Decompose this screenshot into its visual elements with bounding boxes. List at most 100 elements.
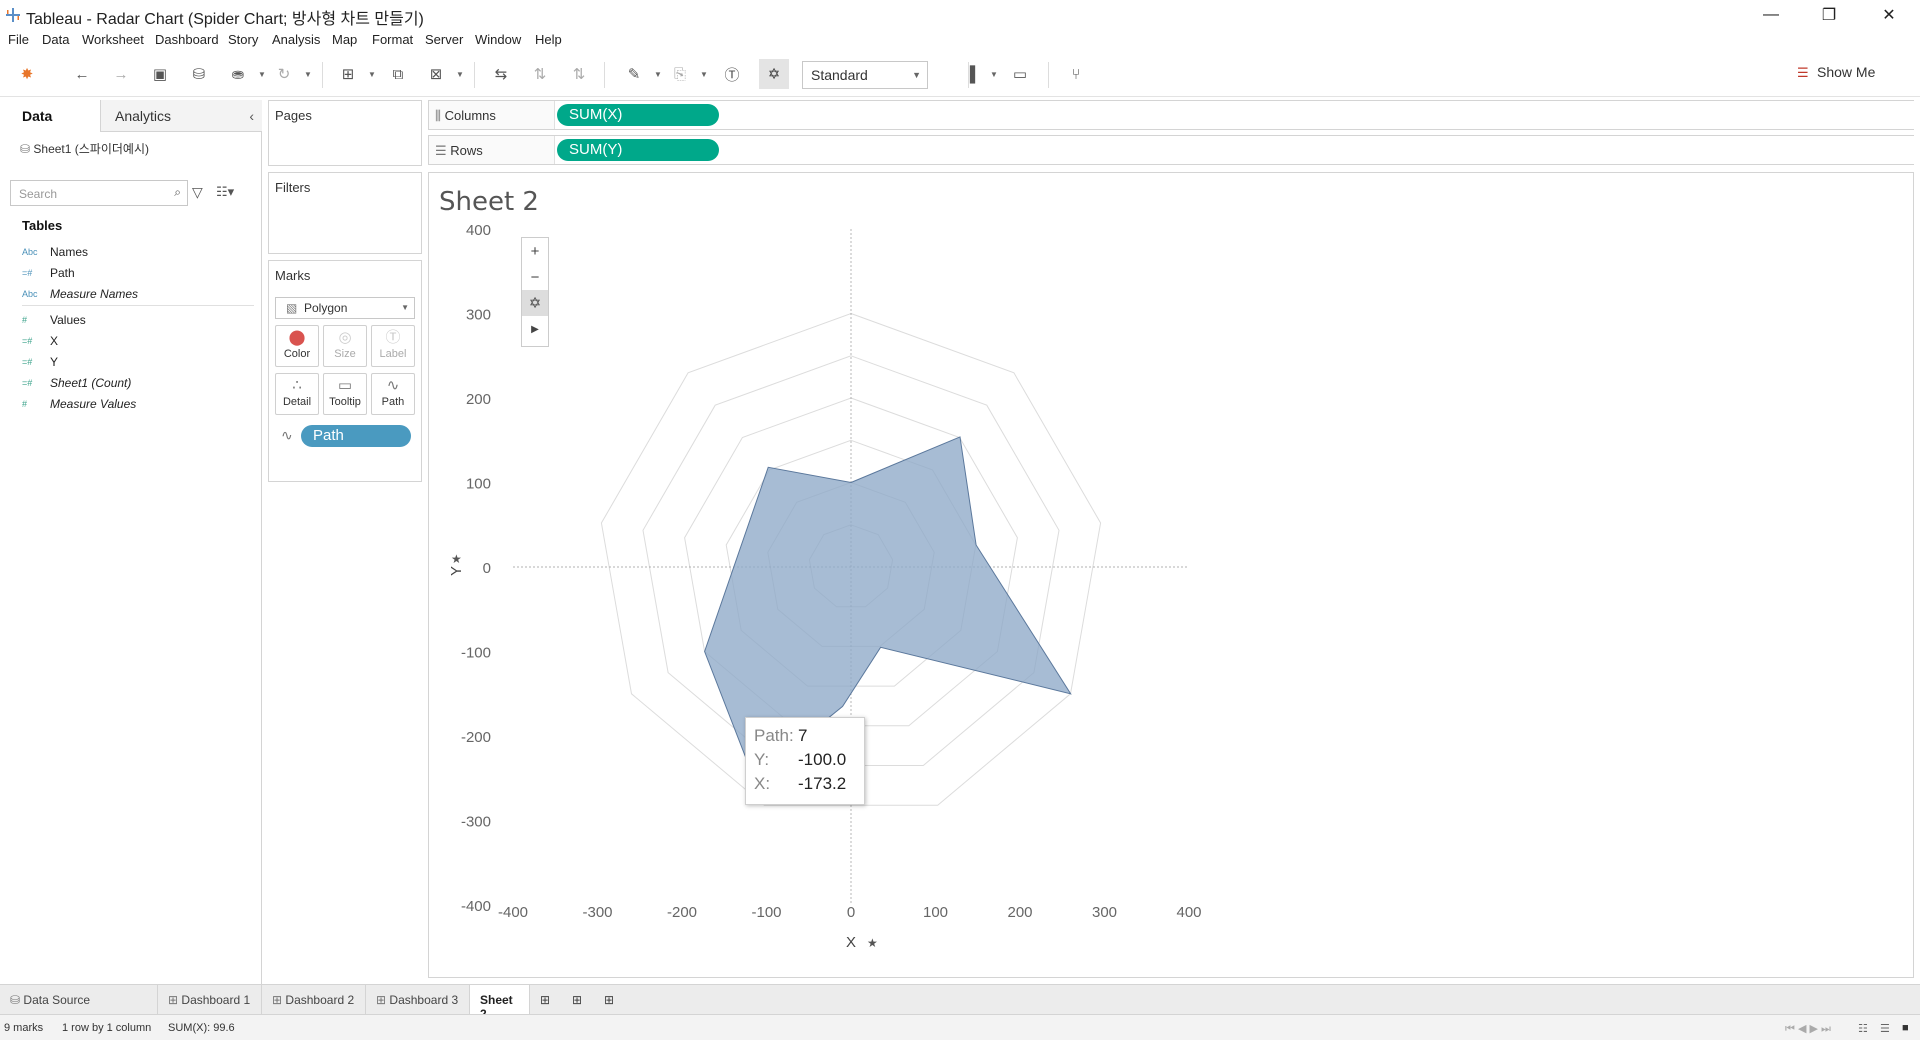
tooltip-button[interactable]: ▭ Tooltip xyxy=(323,373,367,415)
show-cards-icon[interactable]: ▐ xyxy=(958,62,982,86)
fix-axes-icon[interactable]: ✡ xyxy=(522,290,548,316)
presentation-mode-icon[interactable]: ▭ xyxy=(1008,62,1032,86)
tab-dashboard-3[interactable]: ⊞ Dashboard 3 xyxy=(366,985,470,1015)
path-button[interactable]: ∿ Path xyxy=(371,373,415,415)
path-pill[interactable]: Path xyxy=(301,425,411,447)
view-tabs-icon[interactable]: ■ xyxy=(1902,1022,1909,1034)
tab-dashboard-1[interactable]: ⊞ Dashboard 1 xyxy=(158,985,262,1015)
menu-file[interactable]: File xyxy=(8,32,29,47)
pages-card[interactable]: Pages xyxy=(268,100,422,166)
new-story-tab-icon[interactable]: ⊞ xyxy=(594,985,626,1015)
tab-sheet-2[interactable]: Sheet 2 xyxy=(470,985,530,1021)
duplicate-sheet-icon[interactable]: ⧉ xyxy=(386,62,410,86)
filters-card[interactable]: Filters xyxy=(268,172,422,254)
menu-server[interactable]: Server xyxy=(425,32,463,47)
field-y[interactable]: =# Y xyxy=(22,352,58,372)
columns-drop-area[interactable]: SUM(X) xyxy=(554,101,1914,129)
color-button[interactable]: ⬤ Color xyxy=(275,325,319,367)
undo-icon[interactable]: ← xyxy=(70,62,94,86)
save-icon[interactable]: ▣ xyxy=(148,62,172,86)
view-filmstrip-icon[interactable]: ☰ xyxy=(1880,1022,1890,1035)
search-input[interactable]: Search ⌕ xyxy=(10,180,188,206)
menu-help[interactable]: Help xyxy=(535,32,562,47)
show-mark-labels-icon[interactable]: Ⓣ xyxy=(720,62,744,86)
columns-label: ⫼ Columns xyxy=(435,108,496,123)
rows-shelf: ☰ Rows SUM(Y) xyxy=(428,135,1914,165)
clear-sheet-icon[interactable]: ⊠ xyxy=(424,62,448,86)
sum-x-pill[interactable]: SUM(X) xyxy=(557,104,719,126)
menu-dashboard[interactable]: Dashboard xyxy=(155,32,219,47)
highlight-icon[interactable]: ✎ xyxy=(622,62,646,86)
field-path[interactable]: =# Path xyxy=(22,263,75,283)
group-caret-icon[interactable]: ▼ xyxy=(700,70,708,79)
measure-number-icon: =# xyxy=(22,357,33,367)
field-values[interactable]: # Values xyxy=(22,310,86,330)
view-grid-icon[interactable]: ☷ xyxy=(1858,1022,1868,1035)
label-button[interactable]: Ⓣ Label xyxy=(371,325,415,367)
tab-data[interactable]: Data xyxy=(0,100,100,132)
menu-story[interactable]: Story xyxy=(228,32,258,47)
zoom-in-icon[interactable]: + xyxy=(522,238,548,264)
share-icon[interactable]: ⑂ xyxy=(1064,62,1088,86)
group-members-icon[interactable]: ⎘ xyxy=(668,62,692,86)
redo-icon[interactable]: → xyxy=(109,62,133,86)
field-measure-names[interactable]: Abc Measure Names xyxy=(22,284,138,304)
filter-fields-icon[interactable]: ▽ xyxy=(192,184,203,201)
new-datasource-icon[interactable]: ⛁ xyxy=(187,62,211,86)
tab-analytics[interactable]: Analytics ‹ xyxy=(100,100,262,132)
new-worksheet-icon[interactable]: ⊞ xyxy=(336,62,360,86)
tableau-home-icon[interactable]: ✸ xyxy=(15,62,39,86)
x-tick-label: 200 xyxy=(1007,904,1032,921)
x-tick-label: -400 xyxy=(498,904,528,921)
datasource-item[interactable]: ⛁ Sheet1 (스파이더예시) xyxy=(20,140,149,157)
clear-sheet-caret-icon[interactable]: ▼ xyxy=(456,70,464,79)
rows-drop-area[interactable]: SUM(Y) xyxy=(554,136,1914,164)
show-me-button[interactable]: Show Me xyxy=(1817,64,1875,80)
field-names[interactable]: Abc Names xyxy=(22,242,88,262)
sheet-nav-icons[interactable]: ⏮ ◀ ▶ ⏭ xyxy=(1785,1022,1831,1036)
collapse-pane-icon[interactable]: ‹ xyxy=(249,108,254,124)
close-button[interactable]: ✕ xyxy=(1866,0,1912,30)
restore-button[interactable]: ❐ xyxy=(1806,0,1852,30)
size-button[interactable]: ◎ Size xyxy=(323,325,367,367)
menu-analysis[interactable]: Analysis xyxy=(272,32,320,47)
menu-worksheet[interactable]: Worksheet xyxy=(82,32,144,47)
new-worksheet-tab-icon[interactable]: ⊞ xyxy=(530,985,562,1015)
show-me-icon[interactable]: ☰ xyxy=(1797,65,1809,81)
menu-window[interactable]: Window xyxy=(475,32,521,47)
new-dashboard-tab-icon[interactable]: ⊞ xyxy=(562,985,594,1015)
dimension-string-icon: Abc xyxy=(22,247,38,257)
tab-data-source[interactable]: ⛁ Data Source xyxy=(0,985,158,1015)
refresh-icon[interactable]: ↻ xyxy=(272,62,296,86)
expand-toolbar-icon[interactable]: ▶ xyxy=(522,316,548,342)
minimize-button[interactable]: — xyxy=(1748,0,1794,30)
mark-type-select[interactable]: ▧ Polygon ▼ xyxy=(275,297,415,319)
chevron-down-icon: ▼ xyxy=(401,303,409,312)
swap-rows-columns-icon[interactable]: ⇆ xyxy=(489,62,513,86)
pause-updates-icon[interactable]: ⛂ xyxy=(226,62,250,86)
refresh-caret-icon[interactable]: ▼ xyxy=(304,70,312,79)
new-worksheet-caret-icon[interactable]: ▼ xyxy=(368,70,376,79)
fix-axes-icon[interactable]: ✡ xyxy=(759,59,789,89)
menu-format[interactable]: Format xyxy=(372,32,413,47)
field-x[interactable]: =# X xyxy=(22,331,58,351)
menu-map[interactable]: Map xyxy=(332,32,357,47)
pause-updates-caret-icon[interactable]: ▼ xyxy=(258,70,266,79)
radar-chart[interactable]: 400 300 200 100 0 -100 -200 -300 -400 -400 -300 -20… xyxy=(429,173,1915,979)
y-tick-label: 300 xyxy=(466,307,491,324)
zoom-out-icon[interactable]: − xyxy=(522,264,548,290)
view-options-icon[interactable]: ☷▾ xyxy=(216,184,234,200)
show-cards-caret-icon[interactable]: ▼ xyxy=(990,70,998,79)
menu-data[interactable]: Data xyxy=(42,32,69,47)
worksheet-view[interactable]: Sheet 2 400 300 200 100 0 -100 -200 -300 -400 -40… xyxy=(428,172,1914,978)
tab-dashboard-2[interactable]: ⊞ Dashboard 2 xyxy=(262,985,366,1015)
detail-button[interactable]: ∴ Detail xyxy=(275,373,319,415)
fit-select[interactable]: Standard ▼ xyxy=(802,61,928,89)
field-sheet1-count[interactable]: =# Sheet1 (Count) xyxy=(22,373,131,393)
sum-y-pill[interactable]: SUM(Y) xyxy=(557,139,719,161)
highlight-caret-icon[interactable]: ▼ xyxy=(654,70,662,79)
sort-ascending-icon[interactable]: ⇅ xyxy=(528,62,552,86)
sort-descending-icon[interactable]: ⇅ xyxy=(567,62,591,86)
x-tick-label: -300 xyxy=(582,904,612,921)
field-measure-values[interactable]: # Measure Values xyxy=(22,394,136,414)
